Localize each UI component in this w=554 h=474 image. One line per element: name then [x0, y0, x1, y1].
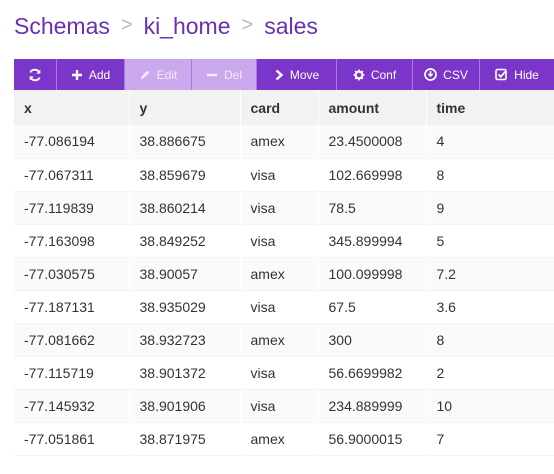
cell-x[interactable]: -77.051861 — [14, 422, 130, 455]
breadcrumb-sales[interactable]: sales — [264, 13, 318, 40]
cell-card[interactable]: amex — [240, 323, 319, 356]
table-row[interactable]: -77.051861 38.871975 amex 56.9000015 7 — [14, 422, 554, 455]
table-row[interactable]: -77.030575 38.90057 amex 100.099998 7.2 — [14, 257, 554, 290]
edit-button[interactable]: Edit — [125, 59, 192, 90]
hide-button-label: Hide — [514, 67, 539, 82]
table-row[interactable]: -77.081662 38.932723 amex 300 8 — [14, 323, 554, 356]
cell-y[interactable]: 38.901906 — [129, 389, 241, 422]
cell-amount[interactable]: 100.099998 — [318, 257, 427, 290]
cell-y[interactable]: 38.871975 — [129, 422, 241, 455]
cell-time[interactable]: 5 — [426, 224, 554, 257]
cell-amount[interactable]: 56.6699982 — [318, 356, 427, 389]
cell-time[interactable]: 7 — [426, 422, 554, 455]
cell-time[interactable]: 10 — [426, 389, 554, 422]
table-row[interactable]: -77.187131 38.935029 visa 67.5 3.6 — [14, 290, 554, 323]
delete-button[interactable]: Del — [192, 59, 257, 90]
plus-icon — [71, 69, 83, 81]
cell-card[interactable]: amex — [240, 125, 319, 158]
cell-x[interactable]: -77.163098 — [14, 224, 130, 257]
breadcrumb: Schemas > ki_home > sales — [0, 0, 554, 52]
config-button-label: Conf — [370, 67, 397, 82]
column-header-x[interactable]: x — [14, 90, 130, 125]
download-circle-icon — [424, 68, 438, 81]
refresh-button[interactable] — [14, 59, 57, 90]
config-button[interactable]: Conf — [337, 59, 413, 90]
toolbar: Add Edit Del Move Conf CSV Hide — [14, 59, 554, 90]
data-table: x y card amount time -77.086194 38.886675… — [14, 90, 554, 456]
cell-y[interactable]: 38.935029 — [129, 290, 241, 323]
cell-y[interactable]: 38.860214 — [129, 191, 241, 224]
cell-x[interactable]: -77.086194 — [14, 125, 130, 158]
column-header-card[interactable]: card — [240, 90, 319, 125]
cell-time[interactable]: 8 — [426, 323, 554, 356]
refresh-icon — [28, 68, 42, 82]
cell-card[interactable]: visa — [240, 290, 319, 323]
cell-y[interactable]: 38.886675 — [129, 125, 241, 158]
edit-button-label: Edit — [156, 67, 178, 82]
cell-x[interactable]: -77.187131 — [14, 290, 130, 323]
cell-time[interactable]: 7.2 — [426, 257, 554, 290]
cell-amount[interactable]: 78.5 — [318, 191, 427, 224]
cell-time[interactable]: 8 — [426, 158, 554, 191]
cell-y[interactable]: 38.901372 — [129, 356, 241, 389]
breadcrumb-ki-home[interactable]: ki_home — [144, 13, 231, 40]
cell-card[interactable]: visa — [240, 389, 319, 422]
chevron-right-icon — [274, 69, 284, 81]
cell-y[interactable]: 38.932723 — [129, 323, 241, 356]
cell-x[interactable]: -77.030575 — [14, 257, 130, 290]
cell-y[interactable]: 38.90057 — [129, 257, 241, 290]
cell-amount[interactable]: 345.899994 — [318, 224, 427, 257]
move-button[interactable]: Move — [257, 59, 337, 90]
cell-x[interactable]: -77.145932 — [14, 389, 130, 422]
add-button[interactable]: Add — [57, 59, 125, 90]
cell-amount[interactable]: 234.889999 — [318, 389, 427, 422]
hide-button[interactable]: Hide — [480, 59, 554, 90]
cell-card[interactable]: visa — [240, 356, 319, 389]
csv-button[interactable]: CSV — [413, 59, 480, 90]
cell-time[interactable]: 4 — [426, 125, 554, 158]
column-header-amount[interactable]: amount — [318, 90, 427, 125]
cell-amount[interactable]: 300 — [318, 323, 427, 356]
cell-amount[interactable]: 67.5 — [318, 290, 427, 323]
minus-icon — [206, 69, 218, 81]
table-row[interactable]: -77.115719 38.901372 visa 56.6699982 2 — [14, 356, 554, 389]
table-row[interactable]: -77.086194 38.886675 amex 23.4500008 4 — [14, 125, 554, 158]
cell-x[interactable]: -77.081662 — [14, 323, 130, 356]
cell-card[interactable]: amex — [240, 422, 319, 455]
cell-amount[interactable]: 23.4500008 — [318, 125, 427, 158]
cell-card[interactable]: amex — [240, 257, 319, 290]
cell-y[interactable]: 38.859679 — [129, 158, 241, 191]
cell-x[interactable]: -77.067311 — [14, 158, 130, 191]
table-row[interactable]: -77.145932 38.901906 visa 234.889999 10 — [14, 389, 554, 422]
cell-card[interactable]: visa — [240, 158, 319, 191]
cell-time[interactable]: 2 — [426, 356, 554, 389]
breadcrumb-separator: > — [241, 13, 254, 36]
cell-time[interactable]: 3.6 — [426, 290, 554, 323]
cell-card[interactable]: visa — [240, 191, 319, 224]
checkbox-icon — [495, 68, 508, 81]
table-row[interactable]: -77.119839 38.860214 visa 78.5 9 — [14, 191, 554, 224]
cell-x[interactable]: -77.119839 — [14, 191, 130, 224]
gear-icon — [353, 69, 365, 81]
breadcrumb-separator: > — [120, 13, 133, 36]
delete-button-label: Del — [223, 67, 242, 82]
column-header-y[interactable]: y — [129, 90, 241, 125]
column-header-time[interactable]: time — [426, 90, 554, 125]
table-row[interactable]: -77.067311 38.859679 visa 102.669998 8 — [14, 158, 554, 191]
add-button-label: Add — [88, 67, 111, 82]
cell-time[interactable]: 9 — [426, 191, 554, 224]
move-button-label: Move — [289, 67, 320, 82]
cell-amount[interactable]: 56.9000015 — [318, 422, 427, 455]
table-header-row: x y card amount time — [14, 90, 554, 125]
csv-button-label: CSV — [443, 67, 468, 82]
cell-amount[interactable]: 102.669998 — [318, 158, 427, 191]
cell-card[interactable]: visa — [240, 224, 319, 257]
pencil-icon — [139, 69, 151, 81]
breadcrumb-schemas[interactable]: Schemas — [14, 13, 110, 40]
table-row[interactable]: -77.163098 38.849252 visa 345.899994 5 — [14, 224, 554, 257]
cell-y[interactable]: 38.849252 — [129, 224, 241, 257]
cell-x[interactable]: -77.115719 — [14, 356, 130, 389]
